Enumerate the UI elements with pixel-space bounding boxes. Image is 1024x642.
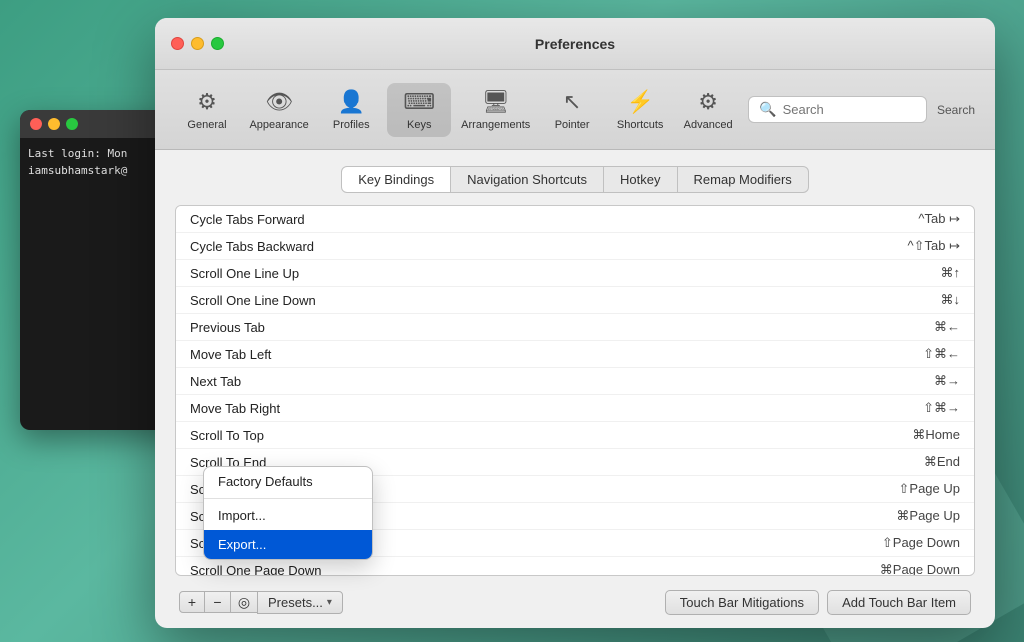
pointer-label: Pointer <box>555 119 590 131</box>
key-action: Scroll One Line Down <box>190 293 316 308</box>
table-row[interactable]: Previous Tab ⌘← <box>176 314 974 341</box>
touch-bar-mitigations-button[interactable]: Touch Bar Mitigations <box>665 590 819 615</box>
appearance-label: Appearance <box>249 119 308 131</box>
toolbar-item-shortcuts[interactable]: ⚡ Shortcuts <box>608 83 672 137</box>
maximize-button[interactable] <box>211 37 224 50</box>
search-input[interactable] <box>783 102 916 117</box>
key-shortcut: ⌘Home <box>912 427 960 443</box>
dropdown-separator <box>204 498 372 499</box>
search-icon: 🔍 <box>759 101 776 118</box>
window-title: Preferences <box>535 36 615 52</box>
keys-icon: ⌨ <box>403 89 435 115</box>
general-icon: ⚙ <box>197 89 217 115</box>
tab-navigation-shortcuts[interactable]: Navigation Shortcuts <box>451 166 604 193</box>
pointer-icon: ↖ <box>563 89 581 115</box>
key-shortcut: ⌘End <box>924 454 960 470</box>
chevron-down-icon: ▾ <box>327 597 332 608</box>
minimize-button[interactable] <box>191 37 204 50</box>
search-box[interactable]: 🔍 <box>748 96 927 123</box>
advanced-icon: ⚙ <box>698 89 718 115</box>
toolbar: ⚙ General 👁 Appearance 👤 Profiles ⌨ Keys… <box>155 70 995 150</box>
presets-button[interactable]: Presets... ▾ <box>257 591 343 614</box>
key-shortcut: ⌘Page Up <box>896 508 960 524</box>
dropdown-item-import[interactable]: Import... <box>204 501 372 530</box>
arrangements-label: Arrangements <box>461 119 530 131</box>
window-controls <box>171 37 224 50</box>
key-action: Cycle Tabs Backward <box>190 239 314 254</box>
key-shortcut: ^⇧Tab ↦ <box>908 238 960 254</box>
table-row[interactable]: Move Tab Left ⇧⌘← <box>176 341 974 368</box>
key-action: Scroll To Top <box>190 428 264 443</box>
tab-key-bindings[interactable]: Key Bindings <box>341 166 451 193</box>
dropdown-item-factory-defaults[interactable]: Factory Defaults <box>204 467 372 496</box>
sub-tabs: Key Bindings Navigation Shortcuts Hotkey… <box>175 166 975 193</box>
toolbar-item-keys[interactable]: ⌨ Keys <box>387 83 451 137</box>
advanced-label: Advanced <box>684 119 733 131</box>
edit-button[interactable]: ◎ <box>231 591 257 613</box>
key-action: Move Tab Right <box>190 401 280 416</box>
profiles-label: Profiles <box>333 119 370 131</box>
table-row[interactable]: Scroll To Top ⌘Home <box>176 422 974 449</box>
key-action: Cycle Tabs Forward <box>190 212 305 227</box>
bottom-controls: + − ◎ Presets... ▾ <box>179 591 343 614</box>
arrangements-icon: 🖥 <box>482 89 510 115</box>
table-row[interactable]: Scroll One Line Up ⌘↑ <box>176 260 974 287</box>
add-button[interactable]: + <box>179 591 205 613</box>
search-label: Search <box>937 103 975 117</box>
profiles-icon: 👤 <box>338 89 365 115</box>
dropdown-item-export[interactable]: Export... <box>204 530 372 559</box>
key-shortcut: ⇧Page Down <box>882 535 960 551</box>
key-action: Previous Tab <box>190 320 265 335</box>
key-action: Scroll One Page Down <box>190 563 322 577</box>
preferences-window: Preferences ⚙ General 👁 Appearance 👤 Pro… <box>155 18 995 628</box>
toolbar-item-general[interactable]: ⚙ General <box>175 83 239 137</box>
dropdown-menu: Factory Defaults Import... Export... <box>203 466 373 560</box>
key-action: Scroll One Line Up <box>190 266 299 281</box>
toolbar-item-arrangements[interactable]: 🖥 Arrangements <box>455 83 536 137</box>
table-row[interactable]: Next Tab ⌘→ <box>176 368 974 395</box>
key-shortcut: ⇧⌘← <box>923 346 960 362</box>
toolbar-item-profiles[interactable]: 👤 Profiles <box>319 83 383 137</box>
toolbar-item-appearance[interactable]: 👁 Appearance <box>243 83 315 137</box>
general-label: General <box>187 119 226 131</box>
terminal-max-btn[interactable] <box>66 118 78 130</box>
tab-hotkey[interactable]: Hotkey <box>604 166 677 193</box>
table-row[interactable]: Move Tab Right ⇧⌘→ <box>176 395 974 422</box>
toolbar-item-advanced[interactable]: ⚙ Advanced <box>676 83 740 137</box>
key-shortcut: ⌘← <box>934 319 960 335</box>
key-shortcut: ⌘Page Down <box>880 562 960 576</box>
table-row[interactable]: Scroll One Line Down ⌘↓ <box>176 287 974 314</box>
terminal-min-btn[interactable] <box>48 118 60 130</box>
key-shortcut: ⌘→ <box>934 373 960 389</box>
key-shortcut: ⌘↓ <box>941 292 961 308</box>
key-shortcut: ⌘↑ <box>941 265 961 281</box>
appearance-icon: 👁 <box>265 89 293 115</box>
right-buttons: Touch Bar Mitigations Add Touch Bar Item <box>665 590 971 615</box>
key-action: Next Tab <box>190 374 241 389</box>
table-row[interactable]: Cycle Tabs Backward ^⇧Tab ↦ <box>176 233 974 260</box>
content-area: Key Bindings Navigation Shortcuts Hotkey… <box>155 150 995 628</box>
key-shortcut: ⇧Page Up <box>899 481 960 497</box>
keys-label: Keys <box>407 119 431 131</box>
presets-label: Presets... <box>268 595 323 610</box>
remove-button[interactable]: − <box>205 591 231 613</box>
key-action: Move Tab Left <box>190 347 271 362</box>
titlebar: Preferences <box>155 18 995 70</box>
bottom-bar: Factory Defaults Import... Export... + −… <box>175 576 975 628</box>
key-shortcut: ^Tab ↦ <box>918 211 960 227</box>
key-shortcut: ⇧⌘→ <box>923 400 960 416</box>
terminal-close-btn[interactable] <box>30 118 42 130</box>
close-button[interactable] <box>171 37 184 50</box>
shortcuts-icon: ⚡ <box>626 89 653 115</box>
table-row[interactable]: Cycle Tabs Forward ^Tab ↦ <box>176 206 974 233</box>
toolbar-item-pointer[interactable]: ↖ Pointer <box>540 83 604 137</box>
add-touch-bar-item-button[interactable]: Add Touch Bar Item <box>827 590 971 615</box>
tab-remap-modifiers[interactable]: Remap Modifiers <box>678 166 809 193</box>
shortcuts-label: Shortcuts <box>617 119 663 131</box>
